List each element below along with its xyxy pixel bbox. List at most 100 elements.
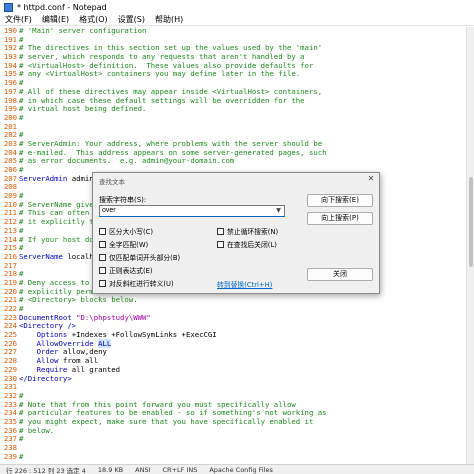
code-line: 205 # as error documents. e.g. admin@your… [0, 156, 466, 166]
code-token: # virtual host being defined. [19, 104, 147, 114]
code-token: AllowOverride [19, 338, 94, 348]
find-dialog-title: 查找文本 [99, 178, 125, 186]
menu-format[interactable]: 格式(O) [74, 14, 113, 26]
checkbox-box [99, 253, 106, 261]
checkbox-box [99, 266, 106, 274]
regex-checkbox[interactable]: 正则表达式(E) [99, 265, 153, 275]
code-token: # explicitly perm [19, 286, 94, 296]
vertical-scrollbar[interactable] [466, 27, 474, 464]
code-token: +Indexes +FollowSymLinks +ExecCGI [67, 330, 217, 340]
code-token: Require [19, 364, 68, 374]
code-line: 236 # below. [0, 425, 466, 436]
code-token: # any <VirtualHost> containers you may d… [19, 69, 301, 79]
match-case-checkbox[interactable]: 区分大小写(C) [99, 226, 153, 236]
code-token: # server, which responds to any requests… [19, 52, 305, 62]
checkbox-label: 对反斜杠进行转义(U) [109, 280, 174, 288]
code-token: ALL [98, 338, 112, 348]
code-token: # [19, 390, 24, 400]
menu-bar: 文件(F) 编辑(E) 格式(O) 设置(S) 帮助(H) [0, 14, 474, 26]
close-after-find-checkbox[interactable]: 在查找后关闭(L) [217, 239, 277, 249]
code-token: # Deny access to [19, 277, 90, 287]
code-token: <Directory /> [19, 321, 77, 331]
menu-settings[interactable]: 设置(S) [113, 14, 150, 26]
code-token: # ServerAdmin: Your address, where probl… [19, 138, 323, 148]
code-line: 200 # [0, 112, 466, 123]
code-line: 238 [0, 443, 466, 453]
checkbox-box [99, 240, 106, 248]
code-token: # [19, 165, 24, 174]
code-token: # Note that from this point forward you … [19, 399, 296, 409]
checkbox-box [99, 279, 106, 287]
find-dialog: 查找文本 ✕ 搜索字符串(S): over ▼ 向下搜索(E) 向上搜索(P) … [92, 172, 380, 294]
code-token: # [19, 34, 24, 44]
scrollbar-thumb[interactable] [469, 177, 473, 267]
code-line: 237 # [0, 434, 466, 444]
code-token: # [19, 112, 24, 122]
menu-edit[interactable]: 编辑(E) [37, 14, 74, 26]
chevron-down-icon[interactable]: ▼ [273, 206, 284, 216]
line-text: # as error documents. e.g. admin@your-do… [19, 156, 234, 166]
code-token: all granted [67, 364, 121, 374]
code-token: DocumentRoot [19, 312, 72, 322]
code-line: 235 # you might expect, make sure that yo… [0, 417, 466, 427]
status-file-size: 18.9 KB [97, 465, 124, 474]
line-text: </Directory> [19, 373, 72, 384]
code-token: "D:\phpstudy\WWW" [76, 312, 151, 322]
no-wrap-checkbox[interactable]: 禁止循环搜索(N) [217, 226, 278, 236]
code-token: # it explicitly t [19, 217, 94, 227]
checkbox-label: 禁止循环搜索(N) [227, 228, 279, 236]
find-up-button[interactable]: 向上搜索(P) [307, 212, 373, 225]
code-token: Allow [19, 356, 59, 366]
status-encoding: ANSI [135, 465, 151, 474]
code-token: # The directives in this section set up … [19, 43, 323, 53]
line-text: # it explicitly t [19, 217, 94, 227]
checkbox-box [217, 227, 224, 235]
line-text: # [19, 451, 24, 462]
code-token: allow,deny [58, 347, 107, 357]
find-down-button[interactable]: 向下搜索(E) [307, 194, 373, 207]
code-token: # [19, 451, 24, 461]
menu-help[interactable]: 帮助(H) [150, 14, 188, 26]
close-icon[interactable]: ✕ [366, 174, 376, 183]
code-token: # This can often [19, 208, 90, 218]
line-text: # below. [19, 425, 55, 436]
code-token: # below. [19, 425, 55, 435]
code-token: # [19, 434, 24, 444]
line-text: # 'Main' server configuration [19, 27, 146, 36]
code-token: # ServerName give [19, 199, 94, 209]
code-token: </Directory> [19, 373, 72, 383]
code-token: admin [67, 173, 94, 183]
line-text: # If your host do [19, 235, 94, 245]
search-string-label: 搜索字符串(S): [99, 196, 147, 204]
line-text: # [19, 112, 24, 123]
whole-word-checkbox[interactable]: 全字匹配(W) [99, 239, 148, 249]
goto-replace-link[interactable]: 转到替换(Ctrl+H) [217, 279, 272, 289]
line-text: # you might expect, make sure that you h… [19, 417, 313, 427]
checkbox-label: 在查找后关闭(L) [227, 241, 277, 249]
line-text: # [19, 434, 24, 444]
code-line: 190 # 'Main' server configuration [0, 27, 466, 36]
word-start-checkbox[interactable]: 仅匹配单词开头部分(B) [99, 252, 180, 262]
code-line: 230 </Directory> [0, 373, 466, 384]
window-title: * httpd.conf - Notepad [17, 2, 107, 12]
code-token: ServerName [19, 251, 63, 261]
code-token: # [19, 225, 24, 235]
search-input[interactable]: over [99, 205, 285, 217]
escape-backslash-checkbox[interactable]: 对反斜杠进行转义(U) [99, 278, 174, 288]
code-token: # [19, 269, 24, 279]
menu-file[interactable]: 文件(F) [0, 14, 37, 26]
code-line: 199 # virtual host being defined. [0, 104, 466, 114]
status-language: Apache Config Files [209, 465, 273, 474]
code-token: # 'Main' server configuration [19, 27, 147, 35]
line-text: ServerAdmin admin [19, 173, 94, 184]
code-line: 221 # <Directory> blocks below. [0, 295, 466, 305]
code-token: # [19, 130, 24, 140]
code-line: 201 [0, 122, 466, 132]
code-token: # <Directory> blocks below. [19, 295, 138, 305]
status-eol-mode: CR+LF INS [162, 465, 198, 474]
close-button[interactable]: 关闭 [307, 268, 373, 281]
status-bar: 行 226 : 512 列 23 选定 4 18.9 KB ANSI CR+LF… [0, 464, 474, 474]
code-token: Order [19, 347, 59, 357]
line-text: # any <VirtualHost> containers you may d… [19, 70, 300, 79]
code-token: Options [19, 330, 68, 340]
